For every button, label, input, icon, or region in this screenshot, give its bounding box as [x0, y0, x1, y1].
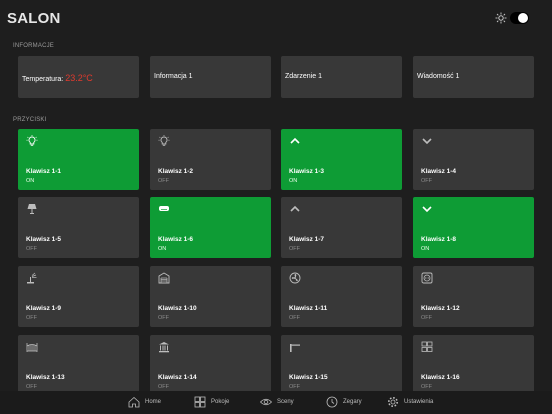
- button-label: Klawisz 1-13: [26, 374, 65, 381]
- button-klawisz-1-8[interactable]: Klawisz 1-8 ON: [413, 197, 534, 258]
- fan-icon: [289, 272, 301, 284]
- moon-icon[interactable]: [534, 12, 544, 24]
- button-state: OFF: [158, 384, 169, 390]
- button-klawisz-1-16[interactable]: Klawisz 1-16 OFF: [413, 335, 534, 396]
- button-label: Klawisz 1-8: [421, 236, 457, 243]
- nav-sceny[interactable]: Sceny: [260, 395, 294, 409]
- rooms-icon: [194, 396, 206, 408]
- nav-home[interactable]: Home: [128, 395, 161, 409]
- garage-icon: [158, 272, 170, 284]
- button-label: Klawisz 1-1: [26, 168, 62, 175]
- button-label: Klawisz 1-5: [26, 236, 62, 243]
- building-icon: [159, 342, 169, 353]
- button-klawisz-1-1[interactable]: Klawisz 1-1 ON: [18, 129, 139, 190]
- button-state: OFF: [421, 384, 432, 390]
- button-label: Klawisz 1-15: [289, 374, 328, 381]
- chevron-up-icon: [290, 137, 300, 144]
- info-card-wiadomosc: Wiadomość 1: [413, 56, 534, 98]
- sprinkler-icon: [27, 272, 37, 284]
- chevron-down-icon: [422, 138, 432, 145]
- blinds-icon: [421, 341, 433, 352]
- button-label: Klawisz 1-14: [158, 374, 197, 381]
- button-state: OFF: [26, 384, 37, 390]
- button-state: OFF: [158, 315, 169, 321]
- theme-toggle[interactable]: [510, 12, 529, 24]
- button-label: Klawisz 1-3: [289, 168, 325, 175]
- chevron-down-icon: [422, 206, 432, 213]
- button-state: OFF: [158, 178, 169, 184]
- nav-zegary[interactable]: Zegary: [326, 395, 362, 409]
- nav-ustawienia[interactable]: Ustawienia: [387, 395, 433, 409]
- button-state: ON: [26, 178, 35, 184]
- button-state: ON: [289, 178, 298, 184]
- sun-icon[interactable]: [495, 12, 507, 24]
- air-conditioner-icon: [159, 206, 169, 211]
- nav-pokoje[interactable]: Pokoje: [194, 395, 229, 409]
- toggle-knob: [518, 13, 528, 23]
- clock-icon: [326, 396, 338, 408]
- button-klawisz-1-3[interactable]: Klawisz 1-3 ON: [281, 129, 402, 190]
- button-state: OFF: [289, 246, 300, 252]
- button-label: Klawisz 1-11: [289, 305, 328, 312]
- info-card-temperature: Temperatura: 23.2°C: [18, 56, 139, 98]
- button-state: OFF: [421, 315, 432, 321]
- button-label: Klawisz 1-9: [26, 305, 62, 312]
- eye-icon: [260, 398, 272, 406]
- nav-label: Ustawienia: [404, 399, 434, 405]
- button-klawisz-1-4[interactable]: Klawisz 1-4 OFF: [413, 129, 534, 190]
- button-state: OFF: [289, 315, 300, 321]
- section-informacje-title: INFORMACJE: [13, 43, 54, 49]
- button-label: Klawisz 1-7: [289, 236, 325, 243]
- button-label: Klawisz 1-6: [158, 236, 194, 243]
- nav-label: Zegary: [343, 399, 362, 405]
- button-klawisz-1-11[interactable]: Klawisz 1-11 OFF: [281, 266, 402, 327]
- nav-label: Sceny: [277, 399, 294, 405]
- button-label: Klawisz 1-16: [421, 374, 460, 381]
- button-klawisz-1-12[interactable]: Klawisz 1-12 OFF: [413, 266, 534, 327]
- page-title: SALON: [7, 10, 61, 27]
- info-card-zdarzenie: Zdarzenie 1: [281, 56, 402, 98]
- nav-label: Home: [145, 399, 162, 405]
- info-card-label: Zdarzenie 1: [285, 73, 322, 80]
- temperature-label: Temperatura:: [22, 76, 66, 83]
- button-klawisz-1-9[interactable]: Klawisz 1-9 OFF: [18, 266, 139, 327]
- button-label: Klawisz 1-4: [421, 168, 457, 175]
- temperature-value: 23.2°C: [65, 73, 93, 83]
- button-state: ON: [158, 246, 167, 252]
- button-klawisz-1-7[interactable]: Klawisz 1-7 OFF: [281, 197, 402, 258]
- button-label: Klawisz 1-2: [158, 168, 194, 175]
- button-klawisz-1-2[interactable]: Klawisz 1-2 OFF: [150, 129, 271, 190]
- button-state: OFF: [26, 315, 37, 321]
- button-state: OFF: [421, 178, 432, 184]
- lightbulb-icon: [26, 135, 38, 146]
- section-przyciski-title: PRZYCISKI: [13, 117, 47, 123]
- info-card-informacja: Informacja 1: [150, 56, 271, 98]
- button-klawisz-1-5[interactable]: Klawisz 1-5 OFF: [18, 197, 139, 258]
- button-klawisz-1-15[interactable]: Klawisz 1-15 OFF: [281, 335, 402, 396]
- nav-label: Pokoje: [211, 399, 230, 405]
- info-card-label: Informacja 1: [154, 73, 193, 80]
- socket-icon: [421, 272, 433, 284]
- button-state: OFF: [289, 384, 300, 390]
- button-klawisz-1-14[interactable]: Klawisz 1-14 OFF: [150, 335, 271, 396]
- button-klawisz-1-10[interactable]: Klawisz 1-10 OFF: [150, 266, 271, 327]
- chevron-up-icon: [290, 205, 300, 212]
- button-klawisz-1-13[interactable]: Klawisz 1-13 OFF: [18, 335, 139, 396]
- gate-icon: [26, 343, 38, 352]
- gear-icon: [388, 397, 398, 407]
- button-state: ON: [421, 246, 430, 252]
- lamp-icon: [27, 204, 37, 214]
- button-label: Klawisz 1-10: [158, 305, 197, 312]
- button-state: OFF: [26, 246, 37, 252]
- button-label: Klawisz 1-12: [421, 305, 460, 312]
- button-klawisz-1-6[interactable]: Klawisz 1-6 ON: [150, 197, 271, 258]
- home-icon: [128, 396, 140, 408]
- lightbulb-icon: [158, 135, 170, 146]
- info-card-label: Wiadomość 1: [417, 73, 460, 80]
- barrier-icon: [290, 344, 300, 352]
